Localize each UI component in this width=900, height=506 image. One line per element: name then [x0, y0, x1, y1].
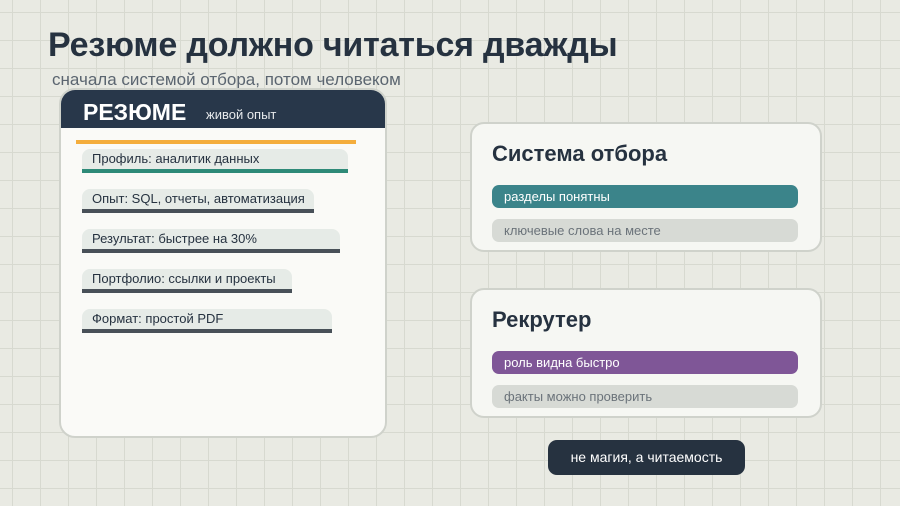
page-subtitle: сначала системой отбора, потом человеком	[52, 70, 401, 89]
resume-row-portfolio: Портфолио: ссылки и проекты	[82, 269, 292, 293]
resume-document: РЕЗЮМЕ живой опыт Профиль: аналитик данн…	[59, 88, 387, 438]
resume-row-label: Опыт: SQL, отчеты, автоматизация	[92, 191, 305, 206]
resume-row-underline	[82, 169, 348, 173]
resume-row-profile: Профиль: аналитик данных	[82, 149, 348, 173]
resume-row-format: Формат: простой PDF	[82, 309, 332, 333]
resume-row-underline	[82, 249, 340, 253]
page-title: Резюме должно читаться дважды	[48, 26, 618, 64]
resume-header: РЕЗЮМЕ живой опыт	[61, 90, 385, 128]
resume-row-result: Результат: быстрее на 30%	[82, 229, 340, 253]
footer-badge: не магия, а читаемость	[548, 440, 745, 475]
recruiter-item-role: роль видна быстро	[492, 351, 798, 374]
resume-title: РЕЗЮМЕ	[83, 99, 187, 125]
resume-row-label: Результат: быстрее на 30%	[92, 231, 257, 246]
recruiter-card: Рекрутер роль видна быстро факты можно п…	[470, 288, 822, 418]
resume-row-experience: Опыт: SQL, отчеты, автоматизация	[82, 189, 314, 213]
recruiter-card-title: Рекрутер	[492, 307, 592, 332]
recruiter-item-facts: факты можно проверить	[492, 385, 798, 408]
ats-card-title: Система отбора	[492, 141, 668, 166]
ats-card: Система отбора разделы понятны ключевые …	[470, 122, 822, 252]
resume-row-label: Портфолио: ссылки и проекты	[92, 271, 276, 286]
resume-row-label: Формат: простой PDF	[92, 311, 224, 326]
ats-item-keywords: ключевые слова на месте	[492, 219, 798, 242]
resume-row-underline	[82, 329, 332, 333]
resume-row-underline	[82, 209, 314, 213]
resume-row-underline	[82, 289, 292, 293]
ats-item-sections: разделы понятны	[492, 185, 798, 208]
resume-row-label: Профиль: аналитик данных	[92, 151, 260, 166]
resume-accent-line	[76, 140, 356, 144]
resume-subtitle: живой опыт	[206, 107, 277, 122]
